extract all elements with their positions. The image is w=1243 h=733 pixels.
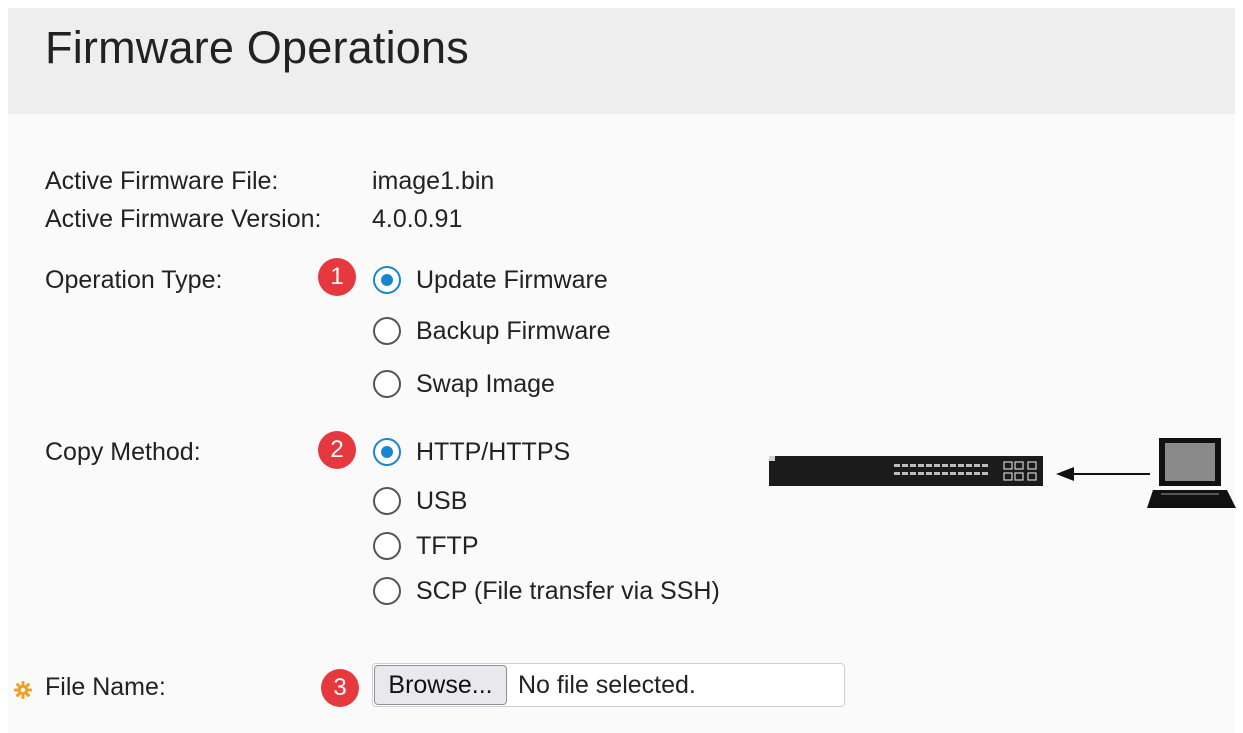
radio-http-https[interactable]: HTTP/HTTPS [373,436,570,468]
network-switch-icon [769,456,1043,486]
active-firmware-version-label: Active Firmware Version: [45,205,322,233]
file-input[interactable]: Browse... No file selected. [372,663,845,707]
active-firmware-file-label: Active Firmware File: [45,167,279,195]
radio-backup-firmware[interactable]: Backup Firmware [373,315,611,347]
radio-label-update-firmware: Update Firmware [416,265,608,294]
active-firmware-version-value: 4.0.0.91 [372,205,463,233]
file-status-text: No file selected. [518,671,696,699]
radio-label-backup-firmware: Backup Firmware [416,316,611,345]
laptop-icon [1147,438,1236,508]
radio-label-swap-image: Swap Image [416,369,555,398]
radio-button[interactable] [373,370,401,398]
browse-button[interactable]: Browse... [374,665,507,705]
active-firmware-file-value: image1.bin [372,167,495,195]
radio-button[interactable] [373,487,401,515]
radio-update-firmware[interactable]: Update Firmware [373,264,608,296]
radio-label-http-https: HTTP/HTTPS [416,437,571,466]
page-title: Firmware Operations [45,22,469,73]
page-header: Firmware Operations [8,8,1235,114]
radio-button[interactable] [373,577,401,605]
step-badge-2: 2 [318,431,356,469]
radio-button[interactable] [373,532,401,560]
step-badge-1: 1 [318,258,356,296]
radio-button[interactable] [373,317,401,345]
radio-tftp[interactable]: TFTP [373,530,479,562]
radio-button[interactable] [373,438,401,466]
radio-swap-image[interactable]: Swap Image [373,368,555,400]
network-diagram [769,438,1236,508]
radio-label-scp: SCP (File transfer via SSH) [416,576,720,605]
radio-label-tftp: TFTP [416,531,479,560]
radio-button[interactable] [373,266,401,294]
firmware-operations-panel: Firmware Operations [8,8,1235,733]
arrow-left-icon [1056,467,1150,481]
operation-type-label: Operation Type: [45,266,223,294]
radio-scp[interactable]: SCP (File transfer via SSH) [373,575,720,607]
step-badge-3: 3 [321,669,359,707]
radio-label-usb: USB [416,486,468,515]
required-star-icon [14,681,32,699]
copy-method-label: Copy Method: [45,438,201,466]
file-name-label: File Name: [45,673,166,701]
radio-usb[interactable]: USB [373,485,467,517]
